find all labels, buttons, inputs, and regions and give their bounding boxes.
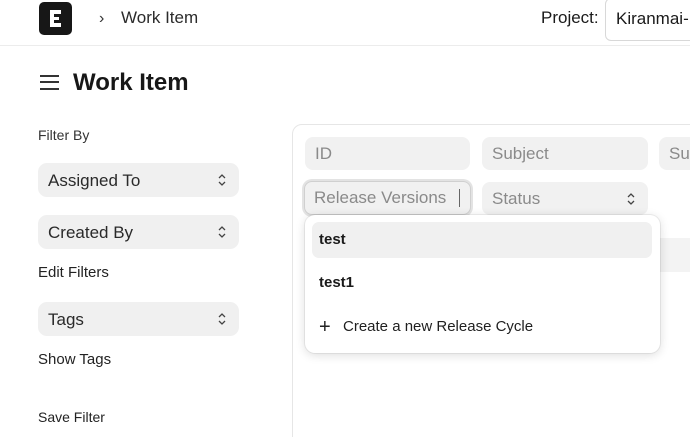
dropdown-option[interactable]: test: [312, 222, 652, 258]
third-filter-placeholder: Su: [669, 144, 690, 163]
up-down-chevron-icon: [218, 226, 226, 238]
create-release-cycle-label: Create a new Release Cycle: [343, 318, 534, 335]
assigned-to-select[interactable]: Assigned To: [38, 163, 239, 197]
edit-filters-link[interactable]: Edit Filters: [38, 264, 109, 282]
filter-by-label: Filter By: [38, 127, 90, 143]
save-filter-link[interactable]: Save Filter: [38, 408, 105, 426]
subject-filter-input[interactable]: Subject: [482, 137, 648, 170]
dropdown-option[interactable]: test1: [312, 265, 652, 301]
hamburger-icon[interactable]: [40, 74, 59, 90]
project-select[interactable]: Kiranmai-: [605, 0, 690, 41]
plus-icon: +: [319, 316, 331, 338]
show-tags-link[interactable]: Show Tags: [38, 351, 111, 369]
subject-filter-placeholder: Subject: [492, 144, 549, 163]
top-navbar: › Work Item Project: Kiranmai-: [0, 0, 690, 46]
project-label: Project:: [541, 8, 599, 27]
up-down-chevron-icon: [218, 313, 226, 325]
release-versions-dropdown: test test1 + Create a new Release Cycle: [305, 215, 660, 353]
breadcrumb-work-item[interactable]: Work Item: [121, 8, 198, 28]
text-cursor: [459, 189, 460, 207]
dropdown-option-label: test1: [319, 274, 355, 291]
id-filter-placeholder: ID: [315, 144, 332, 163]
id-filter-input[interactable]: ID: [305, 137, 470, 170]
status-filter-select[interactable]: Status: [482, 182, 648, 215]
assigned-to-label: Assigned To: [48, 171, 141, 190]
breadcrumb-chevron-icon: ›: [99, 10, 105, 27]
project-select-value: Kiranmai-: [616, 9, 689, 28]
dropdown-option-label: test: [319, 231, 346, 248]
tags-select[interactable]: Tags: [38, 302, 239, 336]
third-filter-input[interactable]: Su: [659, 137, 690, 170]
status-filter-placeholder: Status: [492, 189, 541, 208]
app-logo-icon[interactable]: [39, 2, 72, 35]
up-down-chevron-icon: [218, 174, 226, 186]
release-versions-placeholder: Release Versions: [314, 188, 447, 207]
release-versions-filter-input[interactable]: Release Versions: [304, 181, 471, 215]
tags-label: Tags: [48, 310, 84, 329]
created-by-select[interactable]: Created By: [38, 215, 239, 249]
up-down-chevron-icon: [627, 193, 635, 205]
create-release-cycle-button[interactable]: + Create a new Release Cycle: [312, 312, 652, 342]
page-title: Work Item: [73, 69, 189, 96]
created-by-label: Created By: [48, 223, 134, 242]
